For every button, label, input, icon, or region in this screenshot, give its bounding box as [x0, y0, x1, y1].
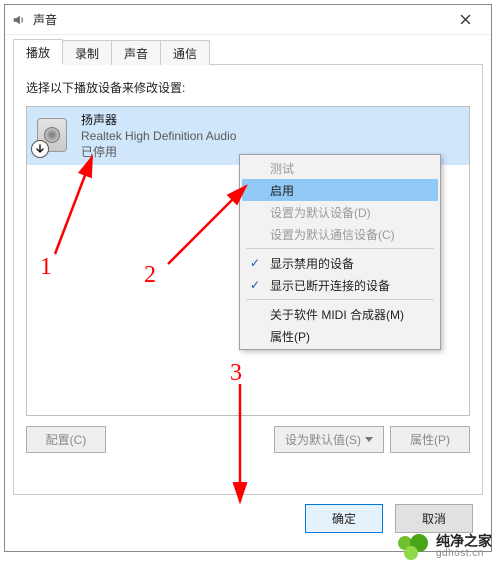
context-menu: 测试 启用 设置为默认设备(D) 设置为默认通信设备(C) 显示禁用的设备 显示… — [239, 154, 441, 350]
ctx-item-about-midi[interactable]: 关于软件 MIDI 合成器(M) — [242, 303, 438, 325]
ctx-separator-1 — [246, 248, 434, 249]
ctx-separator-2 — [246, 299, 434, 300]
watermark-logo-icon — [396, 534, 430, 560]
tab-sounds[interactable]: 声音 — [111, 40, 161, 65]
sound-dialog-window: 声音 播放 录制 声音 通信 选择以下播放设备来修改设置: — [4, 4, 492, 552]
device-subtitle: Realtek High Definition Audio — [81, 128, 236, 144]
ctx-item-show-disabled[interactable]: 显示禁用的设备 — [242, 252, 438, 274]
titlebar: 声音 — [5, 5, 491, 35]
ctx-item-set-default-comm[interactable]: 设置为默认通信设备(C) — [242, 223, 438, 245]
ctx-item-test[interactable]: 测试 — [242, 157, 438, 179]
ctx-item-set-default[interactable]: 设置为默认设备(D) — [242, 201, 438, 223]
ctx-item-enable[interactable]: 启用 — [242, 179, 438, 201]
configure-button[interactable]: 配置(C) — [26, 426, 106, 453]
tab-playback[interactable]: 播放 — [13, 39, 63, 65]
tab-communications[interactable]: 通信 — [160, 40, 210, 65]
device-title: 扬声器 — [81, 112, 236, 128]
panel-button-row: 配置(C) 设为默认值(S) 属性(P) — [26, 426, 470, 453]
instruction-text: 选择以下播放设备来修改设置: — [26, 79, 470, 96]
dialog-body: 播放 录制 声音 通信 选择以下播放设备来修改设置: 扬声器 — [13, 39, 483, 543]
chevron-down-icon — [365, 437, 373, 442]
watermark-text: 纯净之家 gdhost.cn — [436, 534, 492, 559]
disabled-badge-icon — [31, 140, 49, 158]
watermark: 纯净之家 gdhost.cn — [396, 534, 492, 560]
app-icon — [11, 12, 27, 28]
device-status: 已停用 — [81, 144, 236, 160]
device-text: 扬声器 Realtek High Definition Audio 已停用 — [81, 112, 236, 161]
ctx-item-show-disconnected[interactable]: 显示已断开连接的设备 — [242, 274, 438, 296]
watermark-url: gdhost.cn — [436, 549, 492, 560]
close-icon — [460, 14, 471, 25]
cancel-button[interactable]: 取消 — [395, 504, 473, 533]
speaker-icon — [33, 116, 73, 156]
properties-button[interactable]: 属性(P) — [390, 426, 470, 453]
watermark-name: 纯净之家 — [436, 534, 492, 549]
close-button[interactable] — [445, 6, 485, 34]
dialog-bottom-buttons: 确定 取消 — [305, 504, 473, 533]
window-title: 声音 — [33, 11, 445, 28]
set-default-label: 设为默认值(S) — [285, 431, 361, 448]
tab-strip: 播放 录制 声音 通信 — [13, 39, 483, 65]
ctx-item-properties[interactable]: 属性(P) — [242, 325, 438, 347]
ok-button[interactable]: 确定 — [305, 504, 383, 533]
set-default-button[interactable]: 设为默认值(S) — [274, 426, 384, 453]
tab-recording[interactable]: 录制 — [62, 40, 112, 65]
